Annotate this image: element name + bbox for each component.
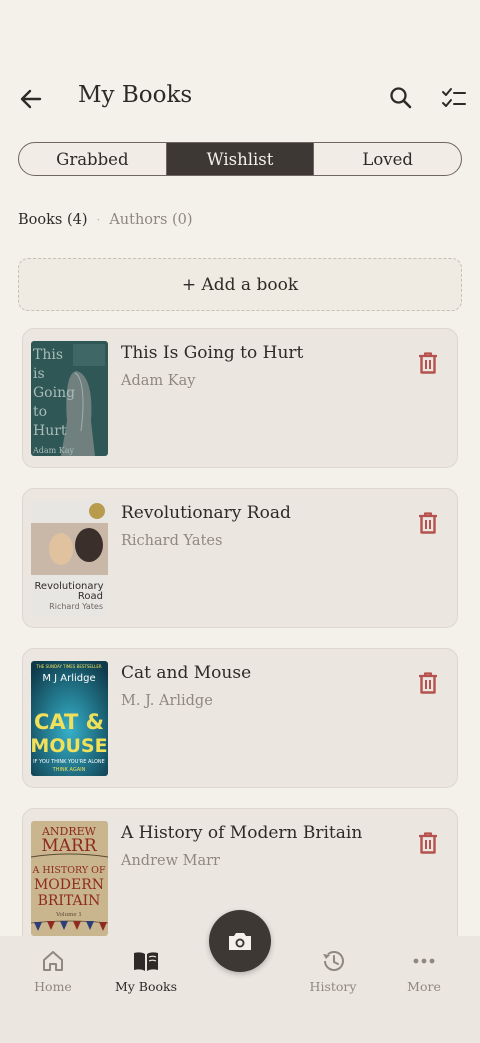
app-bar: My Books	[0, 72, 480, 124]
trash-icon	[419, 512, 437, 534]
more-dots-icon	[413, 958, 435, 964]
search-icon	[390, 87, 412, 109]
scan-camera-button[interactable]	[209, 910, 271, 972]
nav-history[interactable]: History	[286, 946, 380, 1006]
checklist-icon	[442, 88, 466, 107]
svg-text:Road: Road	[78, 591, 103, 602]
svg-text:A HISTORY OF: A HISTORY OF	[31, 865, 105, 876]
svg-text:Going: Going	[33, 385, 75, 401]
nav-my-books-label: My Books	[114, 979, 178, 994]
filter-row: Books (4) · Authors (0)	[18, 210, 193, 230]
book-cover: Revolutionary Road Richard Yates	[31, 501, 108, 616]
camera-icon	[229, 933, 251, 950]
delete-book-button[interactable]	[417, 511, 439, 535]
filter-books[interactable]: Books (4)	[18, 212, 88, 228]
delete-book-button[interactable]	[417, 671, 439, 695]
history-icon	[323, 951, 344, 971]
svg-text:This: This	[33, 347, 63, 363]
tab-loved[interactable]: Loved	[314, 143, 461, 175]
select-mode-button[interactable]	[440, 84, 468, 112]
svg-text:BRITAIN: BRITAIN	[38, 893, 101, 909]
book-author: Adam Kay	[121, 373, 196, 389]
book-card[interactable]: Revolutionary Road Richard Yates Revolut…	[22, 488, 458, 628]
svg-text:to: to	[33, 404, 47, 420]
nav-history-label: History	[309, 979, 357, 994]
book-cover: ANDREW MARR A HISTORY OF MODERN BRITAIN …	[31, 821, 108, 936]
svg-text:THINK AGAIN: THINK AGAIN	[52, 767, 86, 773]
svg-text:is: is	[33, 366, 45, 382]
nav-my-books[interactable]: My Books	[99, 946, 193, 1006]
trash-icon	[419, 832, 437, 854]
svg-text:Volume 1: Volume 1	[55, 912, 82, 918]
svg-text:MARR: MARR	[41, 836, 97, 856]
svg-text:Richard Yates: Richard Yates	[49, 602, 103, 611]
nav-more-label: More	[407, 979, 441, 994]
back-button[interactable]	[16, 84, 46, 114]
nav-more[interactable]: More	[377, 946, 471, 1006]
tab-wishlist[interactable]: Wishlist	[166, 143, 315, 175]
search-button[interactable]	[387, 84, 415, 112]
home-icon	[43, 951, 63, 971]
filter-separator: ·	[96, 213, 101, 227]
svg-text:M J Arlidge: M J Arlidge	[42, 673, 95, 684]
svg-text:MODERN: MODERN	[34, 877, 104, 893]
book-card[interactable]: This is Going to Hurt Adam Kay This Is G…	[22, 328, 458, 468]
book-title: Cat and Mouse	[121, 663, 252, 683]
open-book-icon	[134, 952, 158, 971]
book-title: This Is Going to Hurt	[121, 343, 304, 363]
svg-text:Adam Kay: Adam Kay	[32, 446, 75, 455]
trash-icon	[419, 672, 437, 694]
list-tabs: Grabbed Wishlist Loved	[18, 142, 462, 176]
add-book-button[interactable]: + Add a book	[18, 258, 462, 311]
book-author: M. J. Arlidge	[121, 693, 213, 709]
book-cover: THE SUNDAY TIMES BESTSELLER M J Arlidge …	[31, 661, 108, 776]
svg-text:THE SUNDAY TIMES BESTSELLER: THE SUNDAY TIMES BESTSELLER	[35, 664, 102, 669]
trash-icon	[419, 352, 437, 374]
svg-text:IF YOU THINK YOU'RE ALONE: IF YOU THINK YOU'RE ALONE	[33, 759, 105, 765]
page-title: My Books	[78, 82, 193, 108]
book-title: A History of Modern Britain	[121, 823, 363, 843]
tab-grabbed[interactable]: Grabbed	[19, 143, 167, 175]
delete-book-button[interactable]	[417, 351, 439, 375]
book-author: Andrew Marr	[121, 853, 220, 869]
filter-authors[interactable]: Authors (0)	[109, 212, 192, 228]
book-cover: This is Going to Hurt Adam Kay	[31, 341, 108, 456]
nav-home-label: Home	[34, 979, 72, 994]
nav-home[interactable]: Home	[6, 946, 100, 1006]
book-author: Richard Yates	[121, 533, 223, 549]
arrow-left-icon	[20, 89, 42, 109]
book-card[interactable]: THE SUNDAY TIMES BESTSELLER M J Arlidge …	[22, 648, 458, 788]
book-title: Revolutionary Road	[121, 503, 291, 523]
svg-text:CAT &: CAT &	[34, 710, 104, 734]
svg-text:MOUSE: MOUSE	[31, 735, 108, 757]
svg-text:Hurt: Hurt	[33, 423, 67, 439]
delete-book-button[interactable]	[417, 831, 439, 855]
